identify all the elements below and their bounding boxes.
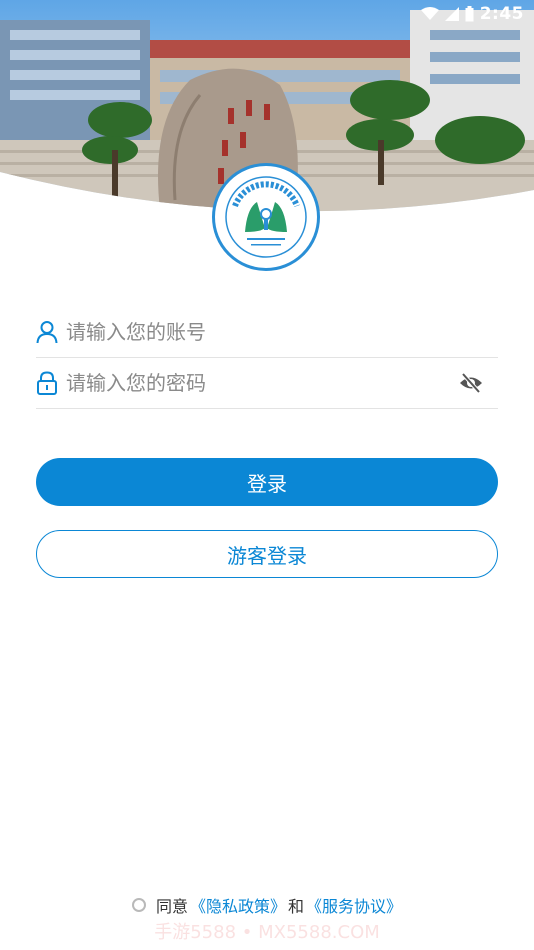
guest-login-button[interactable]: 游客登录 (36, 530, 498, 578)
agreement-row: 同意 《隐私政策》 和 《服务协议》 (0, 893, 534, 917)
service-agreement-link[interactable]: 《服务协议》 (306, 893, 402, 917)
username-input[interactable] (66, 320, 498, 344)
lock-icon (37, 371, 57, 395)
agree-radio[interactable] (131, 898, 146, 912)
privacy-policy-link[interactable]: 《隐私政策》 (190, 893, 286, 917)
user-icon (36, 321, 58, 344)
password-input[interactable] (66, 371, 458, 395)
clock: 2:45 (479, 4, 524, 24)
status-bar: 2:45 (0, 0, 534, 28)
eye-off-icon[interactable] (458, 372, 484, 394)
watermark: 手游5588 • MX5588.COM (154, 922, 380, 943)
username-field (36, 307, 498, 358)
school-logo (212, 163, 320, 271)
battery-icon (465, 6, 474, 22)
signal-icon (444, 7, 459, 21)
agree-and: 和 (288, 897, 305, 916)
wifi-icon (420, 7, 439, 20)
password-field (36, 358, 498, 409)
login-button[interactable]: 登录 (36, 458, 498, 506)
agree-prefix: 同意 (155, 897, 188, 916)
